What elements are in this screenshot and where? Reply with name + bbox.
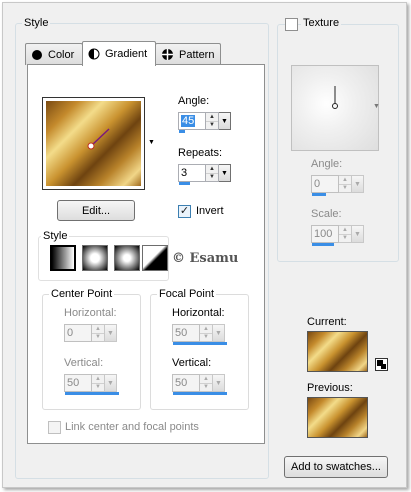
focal-point-title: Focal Point	[157, 287, 217, 301]
focal-vertical-field[interactable]: 50	[172, 374, 227, 395]
focal-horizontal-value: 50	[175, 327, 188, 339]
swap-swatch-icon[interactable]	[375, 358, 388, 371]
angle-spinner[interactable]: 45 ▲ ▼ ▼	[178, 112, 231, 134]
texture-angle-label: Angle:	[311, 158, 343, 170]
focal-vertical-label: Vertical:	[172, 357, 212, 369]
repeats-spin-arrows[interactable]: ▲ ▼	[206, 164, 219, 182]
repeats-dropdown-button[interactable]: ▼	[219, 164, 231, 182]
add-to-swatches-label: Add to swatches...	[291, 461, 381, 473]
gradient-dialog: Style Color Gradient Pattern ▼ Angle: 45…	[2, 2, 407, 488]
focal-horizontal-dropdown[interactable]: ▼	[213, 324, 225, 342]
tab-gradient[interactable]: Gradient	[82, 41, 156, 66]
texture-scale-field[interactable]: 100	[311, 225, 339, 246]
center-point-title: Center Point	[49, 287, 115, 301]
current-label: Current:	[307, 316, 347, 328]
texture-angle-spinner[interactable]: 0 ▲ ▼ ▼	[311, 175, 364, 197]
center-horizontal-label: Horizontal:	[64, 307, 117, 319]
focal-vertical-dropdown[interactable]: ▼	[213, 374, 225, 392]
gradient-style-label: Style	[41, 229, 70, 243]
tab-gradient-label: Gradient	[105, 48, 148, 60]
focal-horizontal-label: Horizontal:	[172, 307, 225, 319]
angle-label: Angle:	[178, 95, 210, 107]
focal-horizontal-arrows[interactable]: ▲ ▼	[200, 324, 213, 342]
texture-scale-value: 100	[314, 228, 333, 240]
tab-color-label: Color	[48, 48, 75, 61]
center-vertical-dropdown[interactable]: ▼	[105, 374, 117, 392]
texture-angle-dropdown[interactable]: ▼	[352, 175, 364, 193]
gradient-preview-dropdown-icon[interactable]: ▼	[148, 139, 155, 146]
rectangular-style-button[interactable]	[82, 245, 108, 271]
focal-horizontal-field[interactable]: 50	[172, 324, 227, 345]
repeats-level-bar	[179, 182, 190, 185]
texture-preview[interactable]	[291, 65, 379, 151]
center-horizontal-field[interactable]: 0	[64, 324, 92, 342]
link-points-checkbox[interactable]	[48, 421, 61, 434]
link-points-label: Link center and focal points	[65, 421, 199, 433]
focal-vertical-value: 50	[175, 377, 188, 389]
invert-label: Invert	[196, 205, 224, 217]
center-vertical-spinner[interactable]: 50 ▲ ▼ ▼	[64, 374, 119, 396]
pattern-grid-icon	[162, 49, 173, 60]
texture-scale-label: Scale:	[311, 208, 342, 220]
texture-title: Texture	[301, 17, 342, 29]
gradient-angle-handle-icon[interactable]	[85, 124, 115, 154]
invert-checkbox[interactable]: ✓	[178, 205, 191, 218]
add-to-swatches-button[interactable]: Add to swatches...	[284, 456, 388, 478]
focal-horizontal-level-bar	[173, 342, 227, 345]
center-vertical-value: 50	[67, 377, 80, 389]
linear-style-button[interactable]	[50, 245, 76, 271]
texture-scale-spinner[interactable]: 100 ▲ ▼ ▼	[311, 225, 364, 247]
repeats-field[interactable]: 3	[178, 164, 206, 185]
repeats-value: 3	[181, 167, 188, 179]
edit-gradient-button[interactable]: Edit...	[57, 200, 135, 221]
angle-dropdown-button[interactable]: ▼	[219, 112, 231, 130]
tab-color[interactable]: Color	[25, 43, 83, 65]
repeats-label: Repeats:	[178, 147, 223, 159]
gradient-preview[interactable]	[42, 97, 145, 190]
previous-label: Previous:	[307, 382, 353, 394]
texture-scale-dropdown[interactable]: ▼	[352, 225, 364, 243]
texture-scale-arrows[interactable]: ▲ ▼	[339, 225, 352, 243]
repeats-spinner[interactable]: 3 ▲ ▼ ▼	[178, 164, 231, 186]
center-horizontal-dropdown[interactable]: ▼	[105, 324, 117, 342]
focal-vertical-level-bar	[173, 392, 227, 395]
tab-pattern-label: Pattern	[179, 48, 215, 61]
center-horizontal-arrows[interactable]: ▲ ▼	[92, 324, 105, 342]
focal-vertical-spinner[interactable]: 50 ▲ ▼ ▼	[172, 374, 227, 396]
previous-swatch[interactable]	[307, 397, 368, 438]
center-vertical-arrows[interactable]: ▲ ▼	[92, 374, 105, 392]
center-vertical-field[interactable]: 50	[64, 374, 119, 395]
focal-horizontal-spinner[interactable]: 50 ▲ ▼ ▼	[172, 324, 227, 346]
texture-angle-field[interactable]: 0	[311, 175, 339, 196]
radial-style-button[interactable]	[142, 245, 168, 271]
style-group-title: Style	[22, 16, 51, 30]
edit-button-label: Edit...	[81, 204, 111, 217]
center-horizontal-value: 0	[67, 327, 74, 339]
center-horizontal-spinner[interactable]: 0 ▲ ▼ ▼	[64, 324, 117, 346]
angle-value: 45	[181, 115, 196, 127]
color-circle-icon	[32, 49, 42, 60]
angle-spin-arrows[interactable]: ▲ ▼	[206, 112, 219, 130]
center-vertical-level-bar	[65, 392, 119, 395]
angle-field[interactable]: 45	[178, 112, 206, 133]
focal-vertical-arrows[interactable]: ▲ ▼	[200, 374, 213, 392]
texture-angle-value: 0	[314, 178, 321, 190]
angle-level-bar	[179, 130, 185, 133]
sunburst-style-button[interactable]	[114, 245, 140, 271]
current-swatch[interactable]	[307, 331, 368, 372]
texture-angle-level-bar	[312, 193, 326, 196]
watermark-text: © Esamu	[172, 251, 239, 266]
texture-scale-level-bar	[312, 243, 334, 246]
tab-pattern[interactable]: Pattern	[155, 43, 221, 65]
gradient-tab-panel: ▼ Angle: 45 ▲ ▼ ▼ Repeats: 3 ▲ ▼ ▼ Edit...…	[27, 64, 265, 444]
center-vertical-label: Vertical:	[64, 357, 104, 369]
texture-angle-handle-icon	[332, 86, 338, 109]
gradient-half-icon	[88, 48, 100, 60]
texture-dropdown-icon[interactable]: ▼	[373, 103, 380, 110]
texture-checkbox[interactable]	[285, 18, 298, 31]
texture-angle-arrows[interactable]: ▲ ▼	[339, 175, 352, 193]
